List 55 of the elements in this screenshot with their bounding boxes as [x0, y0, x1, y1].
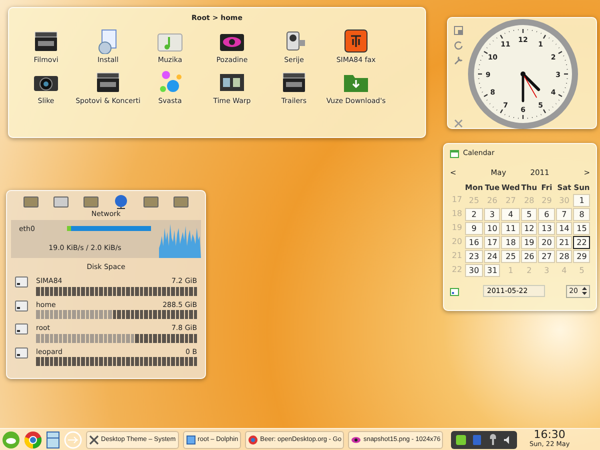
- week-number: 21: [450, 250, 464, 262]
- day-cell[interactable]: 27: [538, 250, 555, 263]
- spinner-arrows-icon[interactable]: [582, 287, 587, 296]
- browser-icon: [248, 434, 258, 444]
- clock-time[interactable]: 16:30: [534, 429, 566, 440]
- day-cell[interactable]: 6: [538, 208, 555, 221]
- day-cell[interactable]: 13: [538, 222, 555, 235]
- day-cell[interactable]: 23: [465, 250, 483, 263]
- day-cell[interactable]: 4: [501, 208, 520, 221]
- day-cell[interactable]: 20: [538, 236, 555, 249]
- day-cell[interactable]: 7: [556, 208, 572, 221]
- day-cell[interactable]: 25: [501, 250, 520, 263]
- day-cell[interactable]: 31: [484, 264, 500, 277]
- rotate-icon[interactable]: [454, 41, 463, 50]
- start-menu-icon[interactable]: [2, 430, 20, 448]
- day-cell[interactable]: 8: [573, 208, 590, 221]
- folder-window-icon: [186, 434, 196, 444]
- week-number: 18: [450, 208, 464, 220]
- hour-hand: [522, 72, 540, 92]
- settings-icon[interactable]: [454, 56, 463, 65]
- resize-icon[interactable]: [454, 26, 463, 35]
- day-cell[interactable]: 19: [520, 236, 538, 249]
- day-cell[interactable]: 24: [484, 250, 500, 263]
- day-cell[interactable]: 15: [573, 222, 590, 235]
- week-number: 17: [450, 194, 464, 206]
- calendar-icon: [450, 148, 459, 158]
- day-cell[interactable]: 3: [484, 208, 500, 221]
- day-cell[interactable]: 17: [484, 236, 500, 249]
- day-cell[interactable]: 16: [465, 236, 483, 249]
- day-cell[interactable]: 26: [520, 250, 538, 263]
- image-viewer-icon: [351, 434, 362, 444]
- day-cell[interactable]: 29: [573, 250, 590, 263]
- second-hand: [522, 74, 537, 98]
- week-number: 19: [450, 222, 464, 234]
- day-cell[interactable]: 1: [573, 194, 590, 207]
- day-cell[interactable]: 2: [465, 208, 483, 221]
- week-number: 22: [450, 264, 464, 276]
- week-number: 20: [450, 236, 464, 248]
- close-icon[interactable]: [454, 119, 463, 128]
- file-cabinet-icon[interactable]: [46, 430, 60, 448]
- browser-icon[interactable]: [24, 430, 42, 448]
- day-cell[interactable]: 21: [556, 236, 572, 249]
- day-cell[interactable]: 22: [573, 236, 590, 249]
- day-cell[interactable]: 9: [465, 222, 483, 235]
- day-cell[interactable]: 30: [465, 264, 483, 277]
- globe-icon[interactable]: [113, 195, 129, 209]
- day-cell[interactable]: 11: [501, 222, 520, 235]
- day-cell[interactable]: 12: [520, 222, 538, 235]
- calendar-icon[interactable]: [450, 286, 459, 296]
- logo-icon[interactable]: [342, 28, 370, 54]
- day-cell[interactable]: 18: [501, 236, 520, 249]
- day-cell[interactable]: 5: [520, 208, 538, 221]
- day-cell[interactable]: 28: [556, 250, 572, 263]
- day-cell[interactable]: 14: [556, 222, 572, 235]
- day-cell[interactable]: 10: [484, 222, 500, 235]
